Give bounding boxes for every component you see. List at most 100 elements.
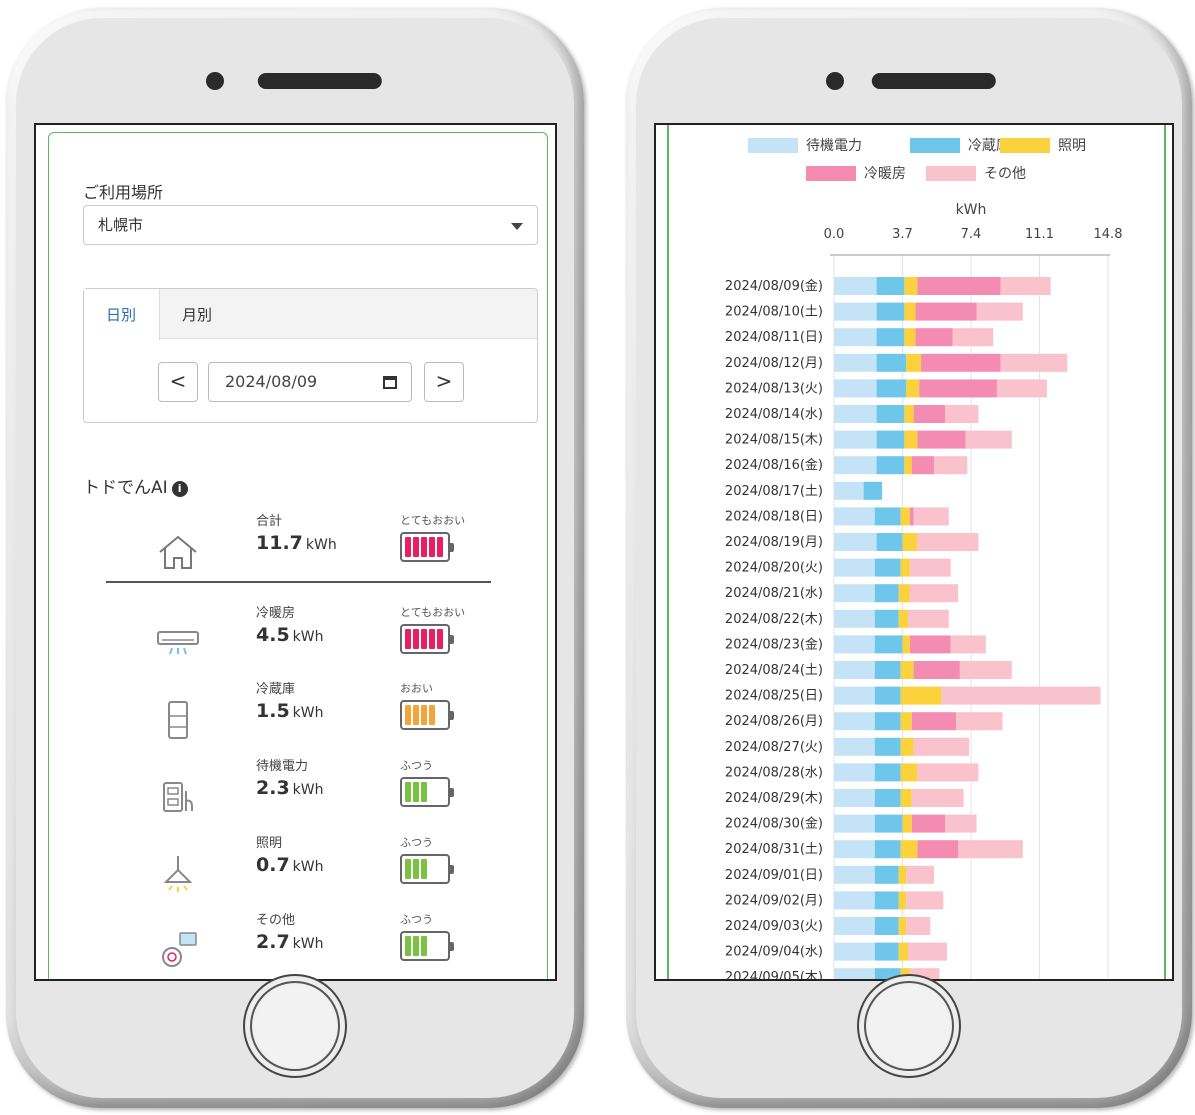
usage-row-fridge: 冷蔵庫 1.5 kWh おおい (36, 678, 555, 748)
date-value: 2024/08/09 (225, 372, 318, 391)
prev-date-button[interactable]: < (158, 362, 198, 402)
bar-segment (876, 328, 905, 347)
bar-segment (900, 763, 918, 782)
bar-segment (945, 405, 979, 423)
bar-segment (863, 481, 883, 500)
battery-cell (405, 537, 411, 557)
bar-segment (900, 712, 912, 731)
outlet-plug-icon (163, 782, 193, 812)
battery-cell (405, 705, 411, 725)
next-date-button[interactable]: > (424, 362, 464, 402)
legend-swatch (926, 166, 976, 181)
bar-segment (834, 968, 875, 979)
usage-value: 11.7 kWh (256, 532, 337, 554)
usage-number: 1.5 (256, 700, 290, 722)
home-button[interactable] (857, 974, 961, 1078)
bar-segment (906, 353, 922, 372)
bar-segment (900, 686, 942, 705)
place-select[interactable]: 札幌市 (83, 205, 538, 245)
tab-daily[interactable]: 日別 (84, 289, 160, 340)
y-tick-label: 2024/08/14(水) (725, 407, 823, 422)
y-tick-label: 2024/08/12(月) (725, 356, 823, 371)
camera-dot (826, 72, 844, 90)
usage-row-total: 合計 11.7 kWh とてもおおい (36, 510, 555, 580)
usage-chart: 待機電力 冷蔵庫 照明冷暖房 その他kWh0.0 3.7 7.4 11.1 14.82024/… (725, 137, 1122, 981)
bar-segment (874, 891, 899, 910)
bar-segment (950, 635, 986, 654)
usage-level: おおい (400, 682, 433, 695)
bar-segment (919, 379, 997, 398)
bar-segment (945, 814, 977, 833)
bar-segment (913, 661, 960, 679)
battery-cell (429, 705, 435, 725)
x-tick-label: 11.1 (1025, 227, 1054, 242)
bar-segment (917, 840, 959, 859)
bar-segment (904, 277, 918, 295)
legend-label: 待機電力 (806, 138, 862, 154)
y-tick-label: 2024/08/21(水) (725, 586, 823, 601)
usage-number: 2.3 (256, 777, 290, 799)
legend-swatch (806, 166, 856, 181)
y-tick-label: 2024/08/22(木) (725, 612, 823, 627)
battery-cell (437, 629, 443, 649)
y-tick-label: 2024/08/23(金) (725, 636, 823, 652)
y-tick-label: 2024/09/05(木) (725, 970, 823, 981)
bar-segment (902, 635, 910, 654)
battery-cell (413, 936, 419, 956)
camera-dot (206, 72, 224, 90)
battery-cell (437, 537, 443, 557)
y-tick-label: 2024/09/02(月) (725, 893, 823, 908)
bar-segment (898, 917, 907, 935)
bar-segment (900, 789, 912, 807)
usage-name: 照明 (256, 836, 283, 851)
bar-segment (876, 456, 905, 475)
home-button[interactable] (243, 974, 347, 1078)
bar-segment (898, 584, 910, 603)
bar-segment (898, 942, 909, 961)
tab-monthly[interactable]: 月別 (160, 289, 234, 340)
bar-segment (909, 558, 951, 577)
battery-cell (429, 537, 435, 557)
speaker-slot (871, 73, 996, 89)
tab-bar: 日別 月別 (84, 289, 537, 340)
calendar-icon[interactable] (383, 376, 397, 389)
bar-segment (874, 840, 901, 859)
y-tick-label: 2024/08/29(木) (725, 791, 823, 806)
bar-segment (952, 328, 994, 347)
usage-level: ふつう (400, 836, 433, 849)
right-screen: 待機電力 冷蔵庫 照明 冷暖房 その他 kWh 0.0 3.7 7.4 11.1 14.8 2024/… (654, 123, 1174, 981)
battery-cell (421, 629, 427, 649)
card-border-right (1164, 125, 1166, 979)
bar-segment (834, 635, 875, 654)
bar-segment (876, 353, 907, 372)
info-icon[interactable]: i (171, 481, 188, 497)
bar-segment (941, 686, 1101, 705)
legend-label: その他 (984, 166, 1026, 182)
level-battery (400, 700, 454, 730)
bar-segment (834, 840, 875, 859)
bar-segment (874, 507, 901, 526)
legend-swatch (1000, 138, 1050, 153)
date-input[interactable]: 2024/08/09 (208, 362, 412, 402)
bar-segment (911, 712, 957, 731)
chevron-left-icon: < (169, 369, 187, 393)
bar-segment (959, 661, 1012, 679)
bar-segment (900, 507, 910, 526)
level-battery (400, 532, 454, 562)
y-tick-label: 2024/08/19(月) (725, 535, 823, 550)
bar-segment (904, 405, 914, 423)
bar-segment (874, 635, 903, 654)
usage-name: 待機電力 (256, 759, 309, 774)
bar-segment (900, 558, 910, 577)
battery-cell (405, 936, 411, 956)
bar-segment (834, 584, 875, 603)
usage-row-other: その他 2.7 kWh ふつう (36, 909, 555, 979)
level-battery (400, 854, 454, 884)
bar-segment (876, 533, 903, 551)
bar-segment (834, 942, 875, 961)
bar-segment (900, 840, 918, 859)
usage-unit: kWh (292, 936, 324, 952)
left-screen: ご利用場所 札幌市 日別 月別 < 2024/08/09 > トドでんAIi (34, 123, 557, 981)
battery-cell (429, 629, 435, 649)
bar-segment (834, 302, 877, 321)
